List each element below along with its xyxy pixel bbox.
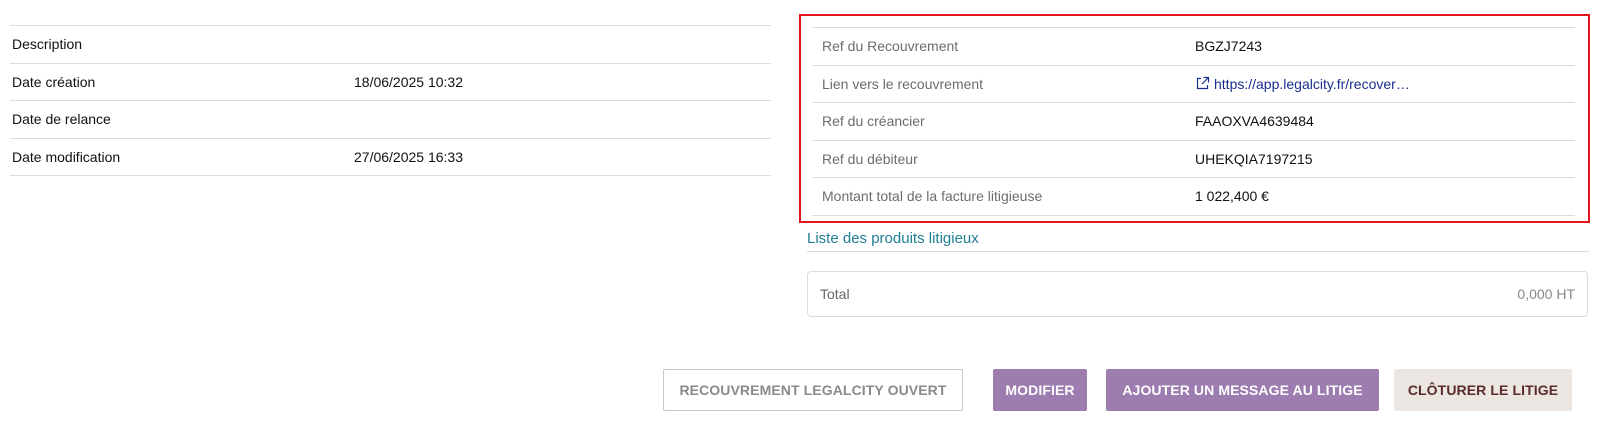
detail-label: Date de relance [12, 111, 111, 128]
montant-value: 1 022,400 € [1195, 188, 1269, 205]
detail-value: 27/06/2025 16:33 [354, 148, 463, 165]
creancier-ref-value: FAAOXVA4639484 [1195, 113, 1314, 130]
close-dispute-button[interactable]: CLÔTURER LE LITIGE [1394, 369, 1572, 411]
recovery-info-table: Ref du Recouvrement BGZJ7243 Lien vers l… [812, 27, 1575, 216]
products-total-box: Total 0,000 HT [807, 271, 1588, 317]
detail-label: Description [12, 36, 83, 53]
external-link-icon[interactable] [1195, 76, 1210, 91]
detail-label: Date création [12, 73, 96, 90]
detail-row-date-creation: Date création 18/06/2025 10:32 [10, 64, 771, 101]
recovery-label: Ref du Recouvrement [822, 38, 959, 55]
detail-row-date-modification: Date modification 27/06/2025 16:33 [10, 139, 771, 176]
products-section-title: Liste des produits litigieux [807, 230, 1589, 252]
modifier-button[interactable]: MODIFIER [993, 369, 1087, 411]
recovery-row-debiteur: Ref du débiteur UHEKQIA7197215 [812, 141, 1575, 178]
debiteur-ref-value: UHEKQIA7197215 [1195, 150, 1313, 167]
total-label: Total [820, 286, 850, 302]
detail-value: 18/06/2025 10:32 [354, 73, 463, 90]
recovery-info-highlight: Ref du Recouvrement BGZJ7243 Lien vers l… [799, 14, 1590, 223]
recovery-label: Lien vers le recouvrement [822, 75, 984, 92]
total-value: 0,000 HT [1517, 286, 1575, 302]
action-bar: RECOUVREMENT LEGALCITY OUVERT MODIFIER A… [0, 369, 1600, 411]
recovery-link[interactable]: https://app.legalcity.fr/recover… [1214, 76, 1410, 92]
recovery-label: Ref du créancier [822, 113, 925, 130]
dispute-details-table: Description Date création 18/06/2025 10:… [10, 25, 771, 176]
recovery-label: Ref du débiteur [822, 150, 918, 167]
detail-row-description: Description [10, 26, 771, 64]
detail-row-date-relance: Date de relance [10, 101, 771, 139]
add-message-button[interactable]: AJOUTER UN MESSAGE AU LITIGE [1106, 369, 1379, 411]
recovery-row-ref: Ref du Recouvrement BGZJ7243 [812, 28, 1575, 66]
recovery-row-montant: Montant total de la facture litigieuse 1… [812, 178, 1575, 216]
recovery-link-container: https://app.legalcity.fr/recover… [1195, 76, 1410, 92]
recovery-row-creancier: Ref du créancier FAAOXVA4639484 [812, 103, 1575, 141]
recovery-row-link: Lien vers le recouvrement https://app.le… [812, 66, 1575, 103]
recouvrement-open-button[interactable]: RECOUVREMENT LEGALCITY OUVERT [663, 369, 963, 411]
recovery-ref-value: BGZJ7243 [1195, 38, 1262, 55]
recovery-label: Montant total de la facture litigieuse [822, 188, 1043, 205]
detail-label: Date modification [12, 148, 121, 165]
